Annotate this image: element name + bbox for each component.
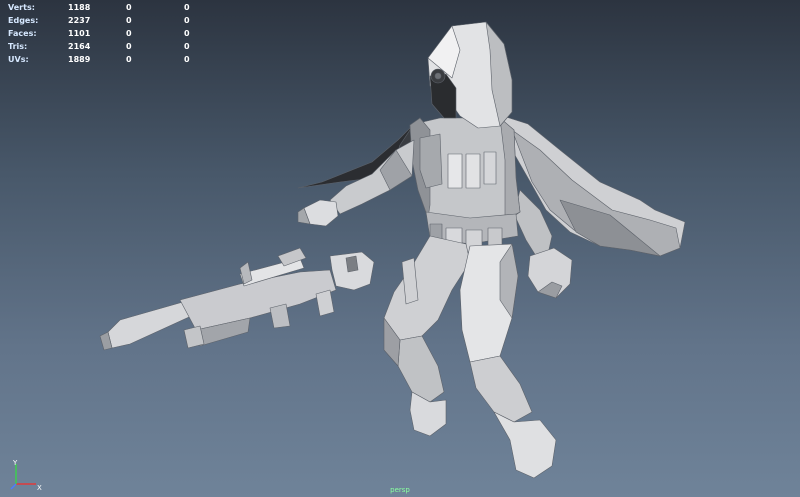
left-arm (297, 139, 415, 227)
left-leg (383, 235, 471, 437)
viewport[interactable]: Verts: 1188 0 0 Edges: 2237 0 0 Faces: 1… (0, 0, 800, 497)
rifle (99, 247, 375, 351)
head-hood (427, 21, 513, 129)
camera-name-label: persp (390, 486, 410, 494)
y-axis-label: Y (12, 459, 18, 467)
character-model[interactable] (0, 0, 800, 497)
